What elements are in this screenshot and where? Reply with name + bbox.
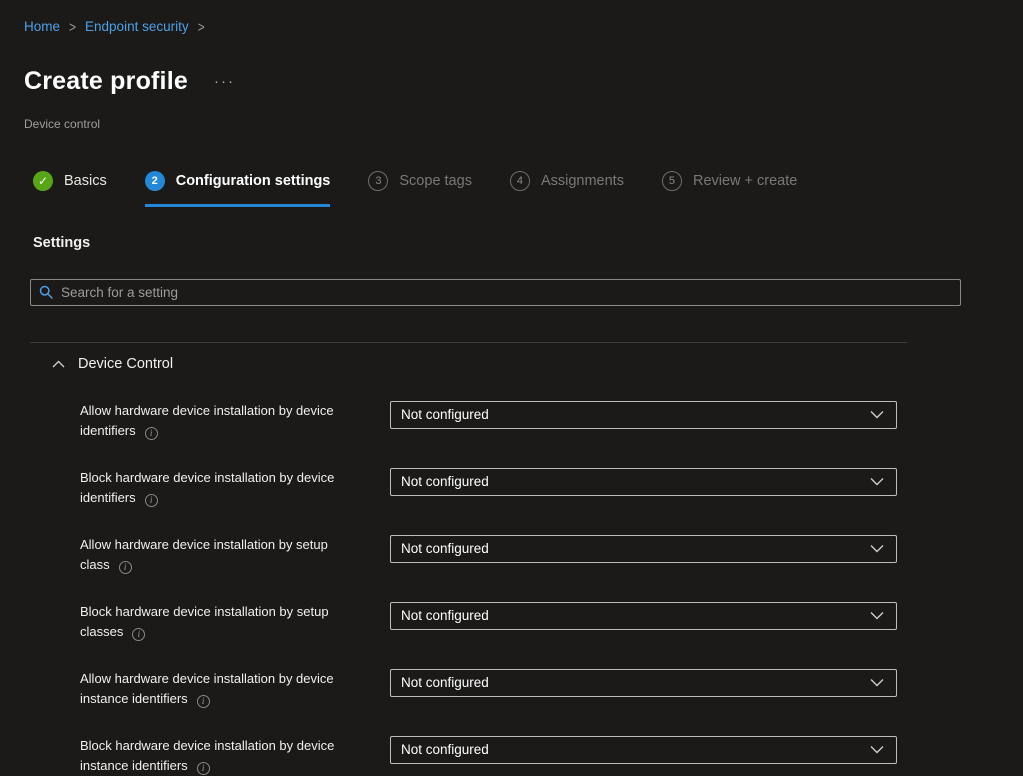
breadcrumb: Home > Endpoint security >	[24, 19, 1023, 35]
info-icon[interactable]: i	[197, 695, 210, 708]
setting-dropdown[interactable]: Not configured	[390, 468, 897, 496]
step-number-badge: 3	[368, 171, 388, 191]
section-title: Device Control	[78, 356, 173, 372]
settings-search-box	[30, 279, 961, 306]
page-title: Create profile	[24, 66, 188, 96]
step-label: Scope tags	[399, 173, 472, 189]
setting-label-text: Allow hardware device installation by de…	[80, 403, 334, 438]
dropdown-selected-value: Not configured	[401, 407, 489, 422]
breadcrumb-separator-icon: >	[198, 17, 205, 37]
setting-row: Allow hardware device installation by se…	[80, 535, 1023, 575]
search-icon	[39, 285, 53, 299]
wizard-step-assignments[interactable]: 4 Assignments	[510, 171, 624, 207]
setting-label-text: Block hardware device installation by se…	[80, 604, 329, 639]
info-icon[interactable]: i	[145, 494, 158, 507]
dropdown-selected-value: Not configured	[401, 742, 489, 757]
wizard-step-configuration-settings[interactable]: 2 Configuration settings	[145, 171, 331, 207]
setting-dropdown[interactable]: Not configured	[390, 736, 897, 764]
dropdown-selected-value: Not configured	[401, 675, 489, 690]
setting-label: Allow hardware device installation by se…	[80, 535, 350, 575]
search-input[interactable]	[61, 285, 952, 300]
more-options-icon[interactable]: ···	[214, 77, 235, 87]
info-icon[interactable]: i	[145, 427, 158, 440]
dropdown-selected-value: Not configured	[401, 474, 489, 489]
step-number-badge: 4	[510, 171, 530, 191]
step-label: Assignments	[541, 173, 624, 189]
info-icon[interactable]: i	[132, 628, 145, 641]
setting-dropdown[interactable]: Not configured	[390, 669, 897, 697]
setting-label: Block hardware device installation by de…	[80, 736, 350, 776]
breadcrumb-link[interactable]: Endpoint security	[85, 19, 189, 35]
check-icon: ✓	[33, 171, 53, 191]
setting-label: Block hardware device installation by se…	[80, 602, 350, 642]
setting-row: Allow hardware device installation by de…	[80, 669, 1023, 709]
setting-row: Block hardware device installation by de…	[80, 468, 1023, 508]
setting-row: Block hardware device installation by de…	[80, 736, 1023, 776]
settings-rows: Allow hardware device installation by de…	[80, 401, 1023, 776]
info-icon[interactable]: i	[119, 561, 132, 574]
chevron-down-icon	[870, 678, 884, 687]
step-label: Configuration settings	[176, 173, 331, 189]
step-label: Review + create	[693, 173, 797, 189]
chevron-down-icon	[870, 544, 884, 553]
setting-label: Allow hardware device installation by de…	[80, 669, 350, 709]
chevron-up-icon	[52, 360, 65, 368]
setting-label-text: Block hardware device installation by de…	[80, 470, 334, 505]
chevron-down-icon	[870, 410, 884, 419]
step-label: Basics	[64, 173, 107, 189]
create-profile-page: Home > Endpoint security > Create profil…	[0, 0, 1023, 776]
setting-row: Block hardware device installation by se…	[80, 602, 1023, 642]
chevron-down-icon	[870, 477, 884, 486]
setting-dropdown[interactable]: Not configured	[390, 535, 897, 563]
setting-label: Allow hardware device installation by de…	[80, 401, 350, 441]
wizard-steps: ✓ Basics 2 Configuration settings 3 Scop…	[33, 171, 1023, 207]
wizard-step-review-create[interactable]: 5 Review + create	[662, 171, 797, 207]
setting-dropdown[interactable]: Not configured	[390, 401, 897, 429]
wizard-step-scope-tags[interactable]: 3 Scope tags	[368, 171, 472, 207]
settings-heading: Settings	[33, 235, 1023, 251]
breadcrumb-separator-icon: >	[69, 17, 76, 37]
step-number-badge: 5	[662, 171, 682, 191]
setting-label: Block hardware device installation by de…	[80, 468, 350, 508]
section-header-device-control[interactable]: Device Control	[52, 356, 1023, 372]
dropdown-selected-value: Not configured	[401, 608, 489, 623]
dropdown-selected-value: Not configured	[401, 541, 489, 556]
chevron-down-icon	[870, 745, 884, 754]
setting-label-text: Allow hardware device installation by se…	[80, 537, 328, 572]
setting-row: Allow hardware device installation by de…	[80, 401, 1023, 441]
chevron-down-icon	[870, 611, 884, 620]
wizard-step-basics[interactable]: ✓ Basics	[33, 171, 107, 207]
step-number-badge: 2	[145, 171, 165, 191]
setting-dropdown[interactable]: Not configured	[390, 602, 897, 630]
section-divider	[30, 342, 907, 343]
breadcrumb-link[interactable]: Home	[24, 19, 60, 35]
page-subtitle: Device control	[24, 117, 1023, 131]
